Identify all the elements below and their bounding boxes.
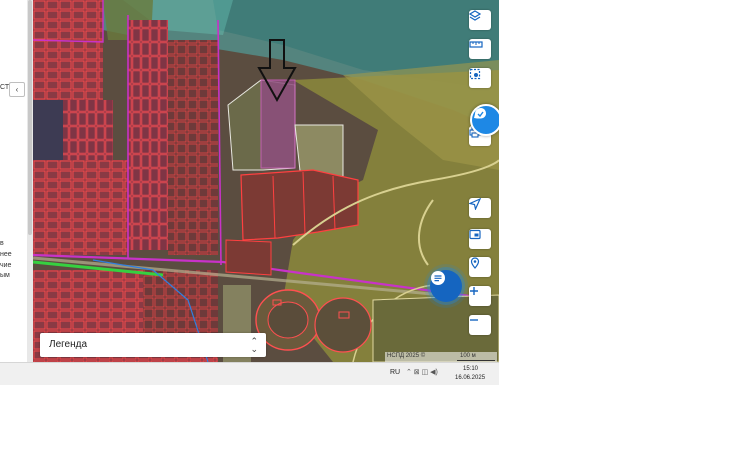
- side-panel-text-fragment: в: [0, 240, 4, 247]
- select-area-button[interactable]: [469, 68, 491, 88]
- side-panel-text-fragment: ым: [0, 272, 10, 279]
- legend-dropdown[interactable]: Легенда ⌃ ⌄: [40, 333, 266, 357]
- layers-icon: [469, 10, 481, 21]
- side-panel-text-fragment: нее: [0, 251, 12, 258]
- system-tray-icons[interactable]: ⌃ ⊠ ◫ ◀): [406, 368, 438, 376]
- collapse-panel-button[interactable]: ‹: [9, 82, 25, 97]
- location-icon: [470, 257, 480, 269]
- chevron-updown-icon: ⌃ ⌄: [250, 337, 258, 354]
- attribution-text: НСПД 2025 ©: [387, 353, 426, 359]
- image-button[interactable]: [469, 229, 491, 249]
- taskbar: RU ⌃ ⊠ ◫ ◀) 15:10 16.06.2025: [0, 362, 499, 385]
- zoom-out-icon: [470, 319, 478, 321]
- scale-bar: [457, 360, 495, 361]
- scale-label: 100 м: [460, 353, 476, 359]
- support-chat-icon: [474, 108, 486, 119]
- chat-button[interactable]: [430, 270, 462, 302]
- ruler-icon: [469, 41, 483, 48]
- map-view[interactable]: Легенда ⌃ ⌄ НСПД 2025 © 100 м: [33, 0, 499, 362]
- clock-date[interactable]: 16.06.2025: [455, 375, 485, 381]
- legend-label: Легенда: [49, 339, 88, 350]
- zoom-in-button[interactable]: [469, 286, 491, 306]
- image-icon: [469, 229, 481, 240]
- side-panel: СТ ‹ в нее чие ым: [0, 0, 27, 362]
- zoom-out-button[interactable]: [469, 315, 491, 335]
- chevron-down-icon: ⌄: [250, 344, 258, 354]
- map-attribution: НСПД 2025 © 100 м: [385, 352, 497, 362]
- navigate-button[interactable]: [469, 198, 491, 218]
- support-button[interactable]: [470, 104, 499, 136]
- location-button[interactable]: [469, 257, 491, 277]
- side-panel-scrollbar-thumb[interactable]: [28, 0, 32, 235]
- ruler-button[interactable]: [469, 39, 491, 59]
- message-icon: [431, 271, 445, 285]
- language-indicator[interactable]: RU: [390, 369, 400, 376]
- zoom-in-icon: [470, 287, 478, 295]
- navigate-icon: [469, 198, 481, 210]
- side-panel-fragment-top: СТ: [0, 84, 10, 91]
- map-imagery: [33, 0, 499, 362]
- clock-time[interactable]: 15:10: [463, 366, 478, 372]
- select-area-icon: [469, 68, 481, 80]
- side-panel-text-fragment: чие: [0, 262, 12, 269]
- layers-button[interactable]: [469, 10, 491, 30]
